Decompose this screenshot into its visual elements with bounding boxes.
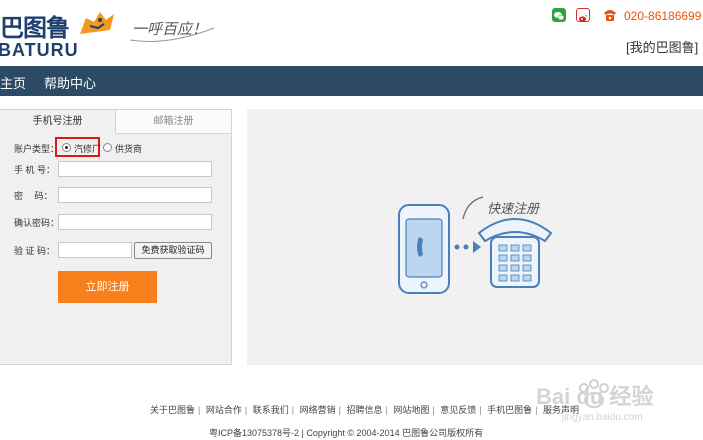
- verification-code-input[interactable]: [58, 242, 132, 258]
- footer-sep: |: [385, 405, 388, 415]
- radio-repair-shop-label[interactable]: 汽修厂: [74, 142, 101, 155]
- baidu-jingyan-watermark: Bai du 经验 jingyan.baidu.com: [532, 374, 703, 424]
- confirm-password-input[interactable]: [58, 214, 212, 230]
- footer-link-contact[interactable]: 联系我们: [253, 403, 289, 416]
- watermark-text: Bai du 经验: [536, 384, 653, 409]
- logo-chinese-text: 巴图鲁: [0, 13, 70, 42]
- verification-code-label: 验 证 码：: [14, 246, 56, 256]
- slogan-text: 一呼百应！: [132, 20, 208, 38]
- my-baturu-link[interactable]: [我的巴图鲁]: [626, 37, 698, 56]
- phone-to-telephone-illustration: 快速注册: [398, 196, 553, 294]
- register-button[interactable]: 立即注册: [58, 271, 157, 303]
- site-logo[interactable]: 巴图鲁 BATURU: [0, 6, 120, 60]
- desk-telephone-icon: [477, 218, 553, 288]
- arrow-dots-icon: [454, 241, 481, 253]
- confirm-password-label: 确认密码：: [14, 218, 60, 228]
- get-code-button[interactable]: 免费获取验证码: [134, 242, 212, 259]
- footer-link-cooperation[interactable]: 网站合作: [206, 403, 242, 416]
- phone-icon: [602, 7, 618, 23]
- account-type-label: 账户类型：: [14, 144, 60, 154]
- footer-link-jobs[interactable]: 招聘信息: [347, 403, 383, 416]
- footer-sep: |: [432, 405, 435, 415]
- footer-links: 关于巴图鲁 | 网站合作 | 联系我们 | 网络营销 | 招聘信息 | 网站地图 | 意见反…: [150, 403, 579, 416]
- footer-link-feedback[interactable]: 意见反馈: [440, 403, 476, 416]
- footer-link-sitemap[interactable]: 网站地图: [393, 403, 429, 416]
- footer-sep: |: [244, 405, 248, 415]
- mobile-row: 手 机 号：: [0, 161, 232, 179]
- radio-supplier-label[interactable]: 供货商: [115, 142, 142, 155]
- confirm-password-row: 确认密码：: [0, 214, 232, 232]
- logo-mascot-icon: [80, 12, 114, 34]
- nav-item-home[interactable]: 主页: [0, 73, 26, 92]
- registration-tabs: 手机号注册 邮箱注册: [0, 110, 231, 134]
- verification-code-row: 验 证 码： 免费获取验证码: [0, 242, 232, 260]
- footer-sep: |: [291, 405, 295, 415]
- password-input[interactable]: [58, 187, 212, 203]
- mobile-phone-icon: [398, 204, 450, 294]
- tab-email-register[interactable]: 邮箱注册: [116, 110, 231, 134]
- footer-link-about[interactable]: 关于巴图鲁: [150, 403, 195, 416]
- watermark-url: jingyan.baidu.com: [561, 412, 643, 423]
- contact-phone: 020-86186699: [624, 9, 702, 23]
- nav-item-help-center[interactable]: 帮助中心: [44, 73, 96, 92]
- copyright-text: 粤ICP备13075378号-2 | Copyright © 2004-2014…: [209, 428, 484, 438]
- site-header: 巴图鲁 BATURU 一呼百应！ 020-86186699 [我的巴图鲁]: [0, 0, 703, 66]
- account-type-row: 账户类型： 汽修厂 供货商: [0, 137, 232, 158]
- main-nav: 主页 帮助中心: [0, 66, 703, 96]
- logo-english-text: BATURU: [0, 40, 79, 60]
- baidu-paw-icon: Bai du 经验 jingyan.baidu.com: [536, 379, 653, 423]
- slogan: 一呼百应！: [128, 10, 218, 44]
- quick-register-illustration: 快速注册: [247, 109, 703, 365]
- footer-sep: |: [338, 405, 341, 415]
- radio-supplier[interactable]: [103, 143, 112, 152]
- quick-register-caption: 快速注册: [487, 202, 540, 217]
- footer-link-mobile[interactable]: 手机巴图鲁: [487, 403, 532, 416]
- tab-phone-register[interactable]: 手机号注册: [0, 110, 116, 134]
- radio-repair-shop[interactable]: [62, 143, 71, 152]
- footer-sep: |: [198, 405, 201, 415]
- footer-sep: |: [479, 405, 482, 415]
- footer-link-marketing[interactable]: 网络营销: [300, 403, 336, 416]
- password-label: 密 码：: [14, 191, 53, 201]
- wechat-icon[interactable]: [552, 8, 566, 22]
- speech-curve-icon: [462, 196, 484, 220]
- weibo-icon[interactable]: [576, 8, 590, 22]
- mobile-label: 手 机 号：: [14, 165, 56, 175]
- mobile-input[interactable]: [58, 161, 212, 177]
- password-row: 密 码：: [0, 187, 232, 205]
